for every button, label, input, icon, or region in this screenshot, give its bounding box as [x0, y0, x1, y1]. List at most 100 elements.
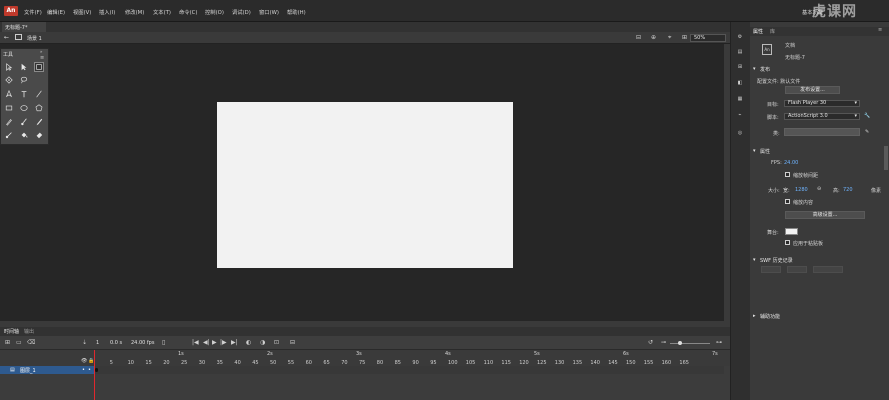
panel-menu-icon[interactable]: ≡ [40, 55, 44, 61]
publish-section-toggle[interactable]: ▾ [753, 66, 756, 72]
paint-bucket-tool-icon[interactable] [19, 130, 29, 140]
swf-history-toggle[interactable]: ▾ [753, 257, 756, 263]
advanced-settings-button[interactable]: 高级设置... [785, 211, 865, 219]
swatches-panel-icon[interactable]: ▦ [735, 95, 745, 103]
assets-panel-icon[interactable]: ◎ [735, 129, 745, 137]
lasso-tool-icon[interactable] [19, 75, 29, 85]
3d-rotation-tool-icon[interactable] [4, 75, 14, 85]
bone-tool-icon[interactable] [4, 130, 14, 140]
line-tool-icon[interactable] [34, 89, 44, 99]
timeline-zoom-slider[interactable] [670, 343, 710, 344]
swf-clear-button[interactable] [787, 266, 807, 273]
subselection-tool-icon[interactable] [19, 62, 29, 72]
fps-value[interactable]: 24.00 [784, 160, 798, 166]
swf-log-button[interactable] [761, 266, 781, 273]
motion-presets-icon[interactable]: ⌁ [735, 111, 745, 119]
class-input[interactable] [784, 128, 860, 136]
layer-visibility-dot[interactable]: • [82, 367, 85, 373]
edit-symbol-icon[interactable]: ⌖ [668, 34, 671, 42]
onion-outline-icon[interactable]: ◑ [260, 339, 265, 346]
zoom-in-timeline-icon[interactable]: ⊶ [716, 339, 722, 346]
paint-brush-tool-icon[interactable] [19, 117, 29, 127]
rectangle-tool-icon[interactable] [4, 103, 14, 113]
height-value[interactable]: 720 [843, 187, 853, 193]
tab-library[interactable]: 库 [770, 28, 775, 35]
layer-frames[interactable] [94, 366, 724, 374]
script-select[interactable]: ActionScript 3.0 ▾ [784, 113, 860, 120]
swf-compare-button[interactable] [813, 266, 843, 273]
panel-menu-icon[interactable]: ≡ [878, 27, 882, 33]
back-arrow-icon[interactable]: ← [4, 34, 9, 41]
menu-help[interactable]: 帮助(H) [287, 8, 306, 16]
library-panel-icon[interactable]: ▤ [735, 48, 745, 56]
playhead-marker-icon[interactable]: ⇣ [82, 339, 87, 346]
color-panel-icon[interactable]: ◧ [735, 79, 745, 87]
accessibility-toggle[interactable]: ▸ [753, 313, 756, 319]
edit-scene-icon[interactable]: ⊞ [682, 34, 687, 41]
link-icon[interactable]: ⊖ [817, 186, 821, 192]
playhead[interactable] [94, 350, 95, 400]
loop-icon[interactable]: ▯ [162, 339, 165, 346]
new-folder-icon[interactable]: ▭ [16, 339, 22, 346]
edit-multiple-frames-icon[interactable]: ⊡ [274, 339, 279, 346]
properties-scrollbar[interactable] [884, 146, 888, 170]
keyframe[interactable] [95, 368, 98, 372]
wrench-icon[interactable]: 🔧 [864, 113, 870, 119]
play-icon[interactable]: ▶ [212, 339, 217, 346]
edit-class-icon[interactable]: ✎ [865, 129, 869, 135]
free-transform-tool-icon[interactable] [34, 62, 44, 72]
layer-lock-dot[interactable]: • [88, 367, 91, 373]
zoom-out-timeline-icon[interactable]: ⊸ [661, 339, 666, 346]
properties-panel-icon[interactable]: ⚙ [735, 33, 745, 41]
document-tab[interactable]: 无标题-7* [2, 22, 46, 32]
pen-tool-icon[interactable] [4, 89, 14, 99]
width-value[interactable]: 1280 [795, 187, 808, 193]
frame-rate[interactable]: 24.00 fps [131, 340, 154, 346]
scale-spans-checkbox[interactable] [785, 172, 790, 177]
visibility-header-icon[interactable]: 👁 [81, 358, 87, 364]
tab-output[interactable]: 输出 [24, 328, 34, 335]
panel-collapse-icon[interactable]: » [40, 49, 42, 54]
layer-name[interactable]: 图层_1 [20, 367, 36, 374]
menu-text[interactable]: 文本(T) [153, 8, 171, 16]
last-frame-icon[interactable]: ▶| [231, 339, 238, 346]
onion-skin-icon[interactable]: ◐ [246, 339, 251, 346]
oval-tool-icon[interactable] [19, 103, 29, 113]
stage-color-swatch[interactable] [785, 228, 798, 235]
timeline-zoom-thumb[interactable] [678, 341, 682, 345]
menu-window[interactable]: 窗口(W) [259, 8, 279, 16]
menu-control[interactable]: 控制(O) [205, 8, 224, 16]
center-frame-icon[interactable]: ↺ [648, 339, 653, 346]
brush-tool-icon[interactable] [34, 117, 44, 127]
text-tool-icon[interactable] [19, 89, 29, 99]
menu-commands[interactable]: 命令(C) [179, 8, 197, 16]
first-frame-icon[interactable]: |◀ [192, 339, 199, 346]
apply-pasteboard-checkbox[interactable] [785, 240, 790, 245]
menu-view[interactable]: 视图(V) [73, 8, 91, 16]
eraser-tool-icon[interactable] [34, 130, 44, 140]
step-back-icon[interactable]: ◀| [203, 339, 210, 346]
menu-modify[interactable]: 修改(M) [125, 8, 144, 16]
align-panel-icon[interactable]: ⊞ [735, 63, 745, 71]
zoom-select[interactable]: 50% [690, 34, 726, 42]
new-layer-icon[interactable]: ⊞ [5, 339, 10, 346]
stage-center-icon[interactable]: ⊟ [636, 34, 641, 41]
properties-section-toggle[interactable]: ▾ [753, 148, 756, 154]
menu-insert[interactable]: 插入(I) [99, 8, 115, 16]
frame-view-icon[interactable]: ⊟ [290, 339, 295, 346]
polystar-tool-icon[interactable] [34, 103, 44, 113]
tab-properties[interactable]: 属性 [753, 28, 763, 35]
menu-debug[interactable]: 调试(D) [232, 8, 251, 16]
delete-layer-icon[interactable]: ⌫ [27, 339, 35, 346]
scale-content-checkbox[interactable] [785, 199, 790, 204]
publish-settings-button[interactable]: 发布设置... [785, 86, 840, 94]
step-forward-icon[interactable]: |▶ [220, 339, 227, 346]
menu-edit[interactable]: 编辑(E) [47, 8, 65, 16]
pencil-tool-icon[interactable] [4, 117, 14, 127]
clip-content-icon[interactable]: ⊕ [651, 34, 656, 41]
menu-file[interactable]: 文件(F) [24, 8, 42, 16]
stage-canvas[interactable] [217, 102, 513, 268]
target-select[interactable]: Flash Player 30 ▾ [784, 100, 860, 107]
elapsed-time[interactable]: 0.0 s [110, 340, 122, 346]
current-frame[interactable]: 1 [96, 340, 99, 346]
